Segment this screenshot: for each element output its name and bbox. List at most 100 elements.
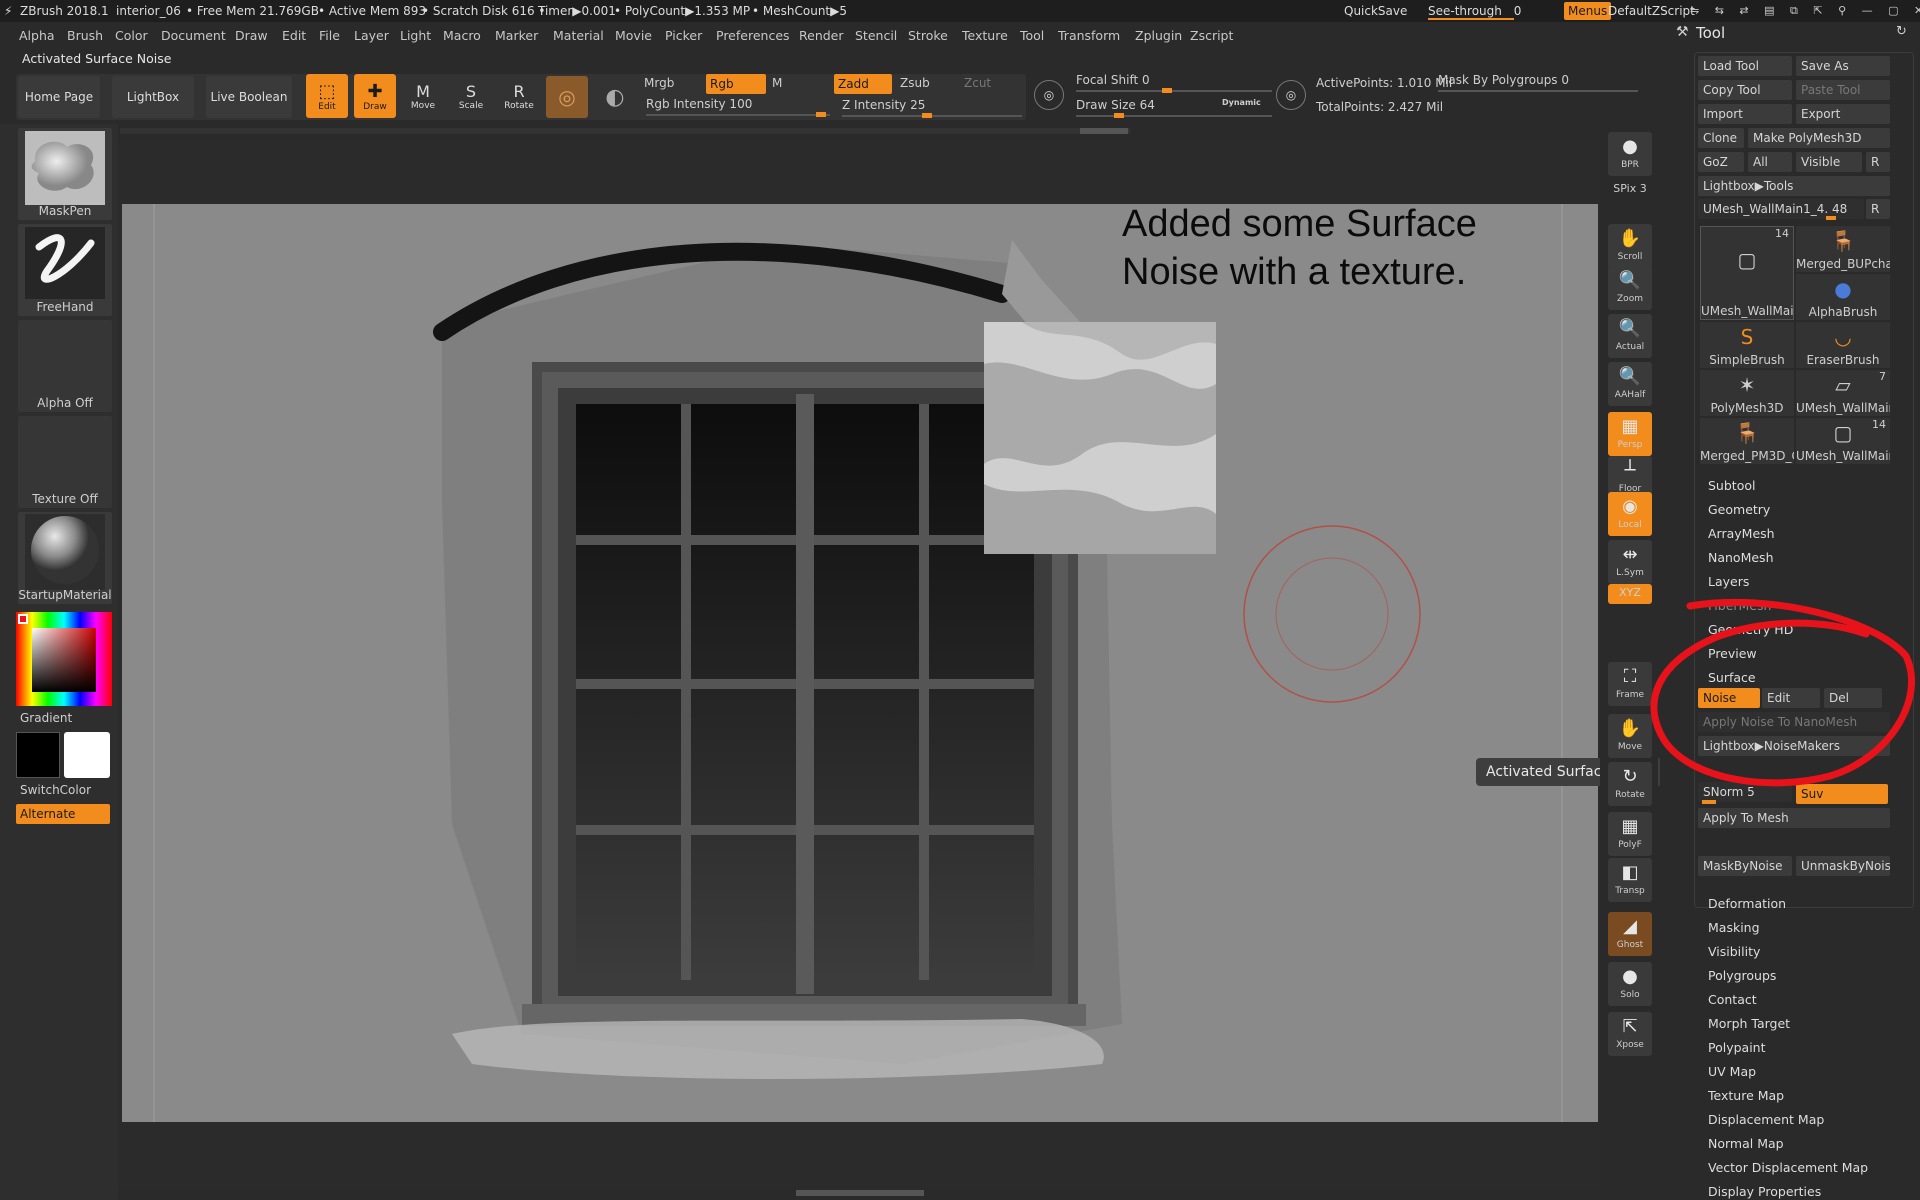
menu-layer[interactable]: Layer bbox=[354, 24, 389, 48]
z-intensity-slider[interactable]: Z Intensity 25 bbox=[842, 98, 925, 112]
rgb-intensity-slider[interactable]: Rgb Intensity 100 bbox=[646, 97, 752, 111]
current-tool-slider[interactable]: UMesh_WallMain1_4. 48 bbox=[1698, 199, 1864, 219]
unmask-by-noise-button[interactable]: UnmaskByNoise bbox=[1796, 856, 1890, 876]
shelf-bpr-button[interactable]: ● BPR bbox=[1608, 132, 1652, 176]
draw-size-thumb[interactable] bbox=[1114, 113, 1124, 118]
stroke-slot[interactable]: FreeHand bbox=[18, 224, 112, 316]
switchcolor-button[interactable]: SwitchColor bbox=[20, 783, 91, 797]
menu-render[interactable]: Render bbox=[799, 24, 844, 48]
menu-document[interactable]: Document bbox=[161, 24, 226, 48]
menu-file[interactable]: File bbox=[319, 24, 340, 48]
section-polygroups[interactable]: Polygroups bbox=[1708, 968, 1776, 983]
tool-thumbnail[interactable]: ✶ PolyMesh3D bbox=[1700, 370, 1794, 416]
shelf-transp-button[interactable]: ◧ Transp bbox=[1608, 858, 1652, 902]
tool-thumbnail[interactable]: S SimpleBrush bbox=[1700, 322, 1794, 368]
menu-stroke[interactable]: Stroke bbox=[908, 24, 948, 48]
shelf-l-sym-button[interactable]: ⇹ L.Sym bbox=[1608, 540, 1652, 584]
shelf-xpose-button[interactable]: ⇱ Xpose bbox=[1608, 1012, 1652, 1056]
goz-visible-button[interactable]: Visible bbox=[1796, 152, 1862, 172]
color-picker[interactable] bbox=[16, 612, 112, 706]
gradient-label[interactable]: Gradient bbox=[20, 711, 72, 725]
move-mode-button[interactable]: M Move bbox=[402, 74, 444, 118]
alpha-slot[interactable]: Alpha Off bbox=[18, 320, 112, 412]
default-zscript[interactable]: DefaultZScript bbox=[1608, 0, 1695, 22]
viewport[interactable]: Added some Surface Noise with a texture. bbox=[122, 203, 1598, 1122]
section-texture-map[interactable]: Texture Map bbox=[1708, 1088, 1784, 1103]
lazy-mouse-d-icon[interactable]: ◎ bbox=[1276, 80, 1306, 110]
menu-alpha[interactable]: Alpha bbox=[19, 24, 55, 48]
current-tool-r-button[interactable]: R bbox=[1866, 199, 1890, 219]
top-shelf-scrollbar[interactable] bbox=[120, 128, 1130, 134]
shelf-local-button[interactable]: ◉ Local bbox=[1608, 492, 1652, 536]
apply-to-mesh-button[interactable]: Apply To Mesh bbox=[1698, 808, 1890, 828]
import-button[interactable]: Import bbox=[1698, 104, 1792, 124]
section-display-properties[interactable]: Display Properties bbox=[1708, 1184, 1821, 1199]
bottom-scroll-thumb[interactable] bbox=[796, 1190, 924, 1196]
draw-mode-button[interactable]: ✚ Draw bbox=[354, 74, 396, 118]
shelf-spix-3-button[interactable]: SPix 3 bbox=[1608, 180, 1652, 200]
shelf-actual-button[interactable]: 🔍 Actual bbox=[1608, 314, 1652, 358]
section-geometry[interactable]: Geometry bbox=[1708, 502, 1770, 517]
alternate-button[interactable]: Alternate bbox=[16, 804, 110, 824]
window-controls-icons[interactable]: ⇋ ⇆ ⇄ ▤ ⧉ ⇱ ⚲ — ▢ ✕ bbox=[1690, 0, 1920, 22]
current-tool-thumb[interactable] bbox=[1826, 216, 1836, 220]
rgb-intensity-thumb[interactable] bbox=[816, 112, 826, 117]
shelf-scroll-button[interactable]: ✋ Scroll bbox=[1608, 224, 1652, 268]
export-button[interactable]: Export bbox=[1796, 104, 1890, 124]
zsub-button[interactable]: Zsub bbox=[900, 76, 930, 90]
mask-by-noise-button[interactable]: MaskByNoise bbox=[1698, 856, 1792, 876]
dynamic-toggle[interactable]: Dynamic bbox=[1222, 98, 1261, 107]
goz-button[interactable]: GoZ bbox=[1698, 152, 1744, 172]
mrgb-button[interactable]: Mrgb bbox=[644, 76, 674, 90]
material-slot[interactable]: StartupMaterial bbox=[18, 512, 112, 604]
menu-movie[interactable]: Movie bbox=[615, 24, 652, 48]
tool-thumbnail[interactable]: 🪑 Merged_PM3D_C bbox=[1700, 418, 1794, 464]
menu-marker[interactable]: Marker bbox=[495, 24, 538, 48]
goz-r-button[interactable]: R bbox=[1866, 152, 1890, 172]
clone-button[interactable]: Clone bbox=[1698, 128, 1744, 148]
lightbox-button[interactable]: LightBox bbox=[112, 76, 194, 118]
tool-thumbnail[interactable]: ▢ UMesh_WallMain 14 bbox=[1700, 226, 1794, 320]
section-contact[interactable]: Contact bbox=[1708, 992, 1757, 1007]
zcut-button[interactable]: Zcut bbox=[964, 76, 991, 90]
mask-by-polygroups-slider[interactable]: Mask By Polygroups 0 bbox=[1438, 73, 1569, 87]
edit-mode-button[interactable]: ⬚ Edit bbox=[306, 74, 348, 118]
save-as-button[interactable]: Save As bbox=[1796, 56, 1890, 76]
scale-mode-button[interactable]: S Scale bbox=[450, 74, 492, 118]
section-uv-map[interactable]: UV Map bbox=[1708, 1064, 1756, 1079]
tool-thumbnail[interactable]: 🪑 Merged_BUPcha bbox=[1796, 226, 1890, 272]
tool-thumbnail[interactable]: ▱ UMesh_WallMain 7 bbox=[1796, 370, 1890, 416]
section-subtool[interactable]: Subtool bbox=[1708, 478, 1755, 493]
shelf-polyf-button[interactable]: ▦ PolyF bbox=[1608, 812, 1652, 856]
menu-color[interactable]: Color bbox=[115, 24, 148, 48]
draw-size-slider[interactable]: Draw Size 64 bbox=[1076, 98, 1155, 112]
menu-preferences[interactable]: Preferences bbox=[716, 24, 790, 48]
section-masking[interactable]: Masking bbox=[1708, 920, 1760, 935]
menu-picker[interactable]: Picker bbox=[665, 24, 702, 48]
brush-slot[interactable]: MaskPen bbox=[18, 128, 112, 220]
snorm-thumb[interactable] bbox=[1702, 800, 1716, 804]
shelf-zoom-button[interactable]: 🔍 Zoom bbox=[1608, 266, 1652, 310]
shelf-persp-button[interactable]: ▦ Persp bbox=[1608, 412, 1652, 456]
rotate-mode-button[interactable]: R Rotate bbox=[498, 74, 540, 118]
menus-button[interactable]: Menus bbox=[1564, 2, 1612, 20]
focal-shift-thumb[interactable] bbox=[1162, 88, 1172, 93]
home-page-button[interactable]: Home Page bbox=[18, 76, 100, 118]
focal-shift-slider[interactable]: Focal Shift 0 bbox=[1076, 73, 1150, 87]
rgb-button[interactable]: Rgb bbox=[706, 74, 766, 94]
menu-material[interactable]: Material bbox=[553, 24, 604, 48]
zadd-button[interactable]: Zadd bbox=[834, 74, 892, 94]
texture-slot[interactable]: Texture Off bbox=[18, 416, 112, 508]
menu-edit[interactable]: Edit bbox=[282, 24, 306, 48]
section-visibility[interactable]: Visibility bbox=[1708, 944, 1760, 959]
section-polypaint[interactable]: Polypaint bbox=[1708, 1040, 1766, 1055]
section-morph-target[interactable]: Morph Target bbox=[1708, 1016, 1790, 1031]
live-boolean-button[interactable]: Live Boolean bbox=[206, 76, 292, 118]
menu-tool[interactable]: Tool bbox=[1020, 24, 1044, 48]
paste-tool-button[interactable]: Paste Tool bbox=[1796, 80, 1890, 100]
menu-draw[interactable]: Draw bbox=[235, 24, 268, 48]
copy-tool-button[interactable]: Copy Tool bbox=[1698, 80, 1792, 100]
load-tool-button[interactable]: Load Tool bbox=[1698, 56, 1792, 76]
shelf-aahalf-button[interactable]: 🔍 AAHalf bbox=[1608, 362, 1652, 406]
top-shelf-scroll-thumb[interactable] bbox=[1080, 128, 1128, 134]
